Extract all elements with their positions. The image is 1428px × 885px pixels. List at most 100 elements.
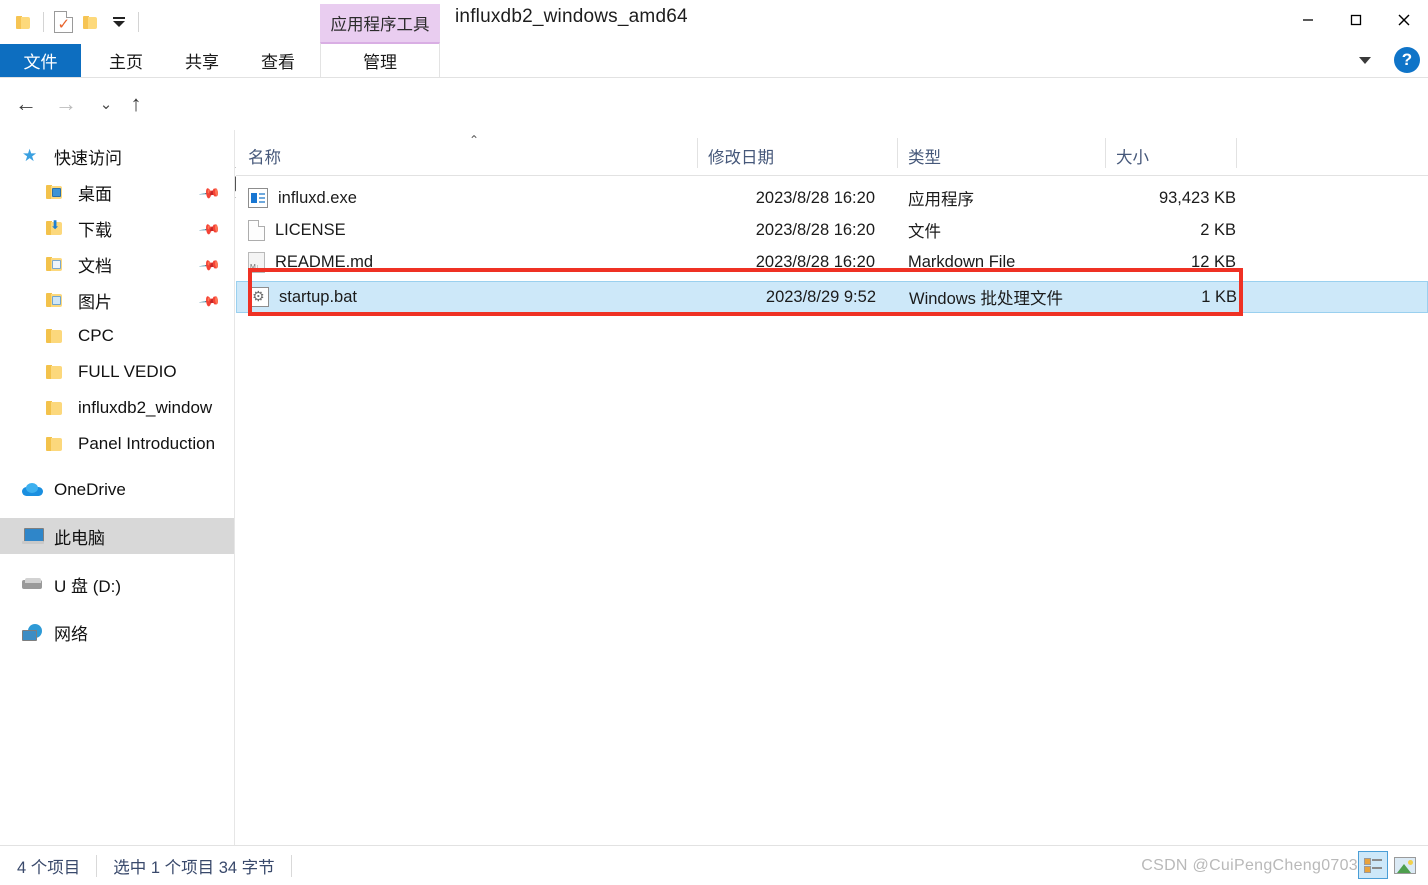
- bat-file-icon: [249, 287, 269, 307]
- status-item-count: 4 个项目: [17, 858, 81, 877]
- file-size: 1 KB: [1201, 287, 1237, 306]
- navigation-pane: ★ 快速访问 桌面 📌 下载 📌 文档 📌 图片 📌 CPC: [0, 130, 235, 845]
- column-header-type[interactable]: 类型: [908, 144, 941, 168]
- up-button[interactable]: ↑: [120, 88, 152, 120]
- network-icon: [22, 623, 46, 641]
- sidebar-item-label: Panel Introduction: [78, 434, 216, 453]
- folder-icon: [46, 364, 70, 380]
- onedrive-icon: [22, 483, 46, 497]
- folder-downloads-icon: [46, 219, 70, 236]
- sidebar-item-quick-access[interactable]: ★ 快速访问: [0, 138, 234, 174]
- file-name-cell: influxd.exe: [248, 188, 357, 208]
- file-name: influxd.exe: [278, 188, 357, 207]
- sidebar-item-onedrive[interactable]: OneDrive: [0, 472, 234, 508]
- tab-manage[interactable]: 管理: [320, 42, 440, 77]
- sidebar-item-pictures[interactable]: 图片 📌: [0, 282, 234, 318]
- sidebar-item-label: OneDrive: [54, 480, 126, 499]
- title-bar: ✓ 应用程序工具 influxdb2_windows_amd64: [0, 0, 1428, 44]
- tab-share-label: 共享: [185, 53, 219, 72]
- navigation-bar: ← → ⌄ ↑ › 此电脑 › Windows (C:) › CPC › inf…: [0, 78, 1428, 198]
- file-date: 2023/8/28 16:20: [755, 252, 875, 271]
- sidebar-item-label: 图片: [78, 292, 112, 312]
- this-pc-icon: [22, 528, 46, 544]
- pin-icon: 📌: [197, 181, 222, 205]
- toolbar-divider: [43, 12, 44, 32]
- tab-file[interactable]: 文件: [0, 44, 81, 77]
- help-label: ?: [1401, 50, 1413, 69]
- help-button[interactable]: ?: [1394, 47, 1420, 73]
- column-header-size[interactable]: 大小: [1116, 144, 1149, 168]
- tab-home-label: 主页: [109, 53, 143, 72]
- view-mode-buttons: [1358, 851, 1420, 879]
- tab-share[interactable]: 共享: [168, 44, 236, 77]
- file-type: Windows 批处理文件: [909, 290, 1064, 308]
- chevron-down-icon: ⌄: [99, 96, 113, 113]
- column-header-date-modified[interactable]: 修改日期: [708, 144, 774, 168]
- sidebar-item-label: 网络: [54, 624, 88, 644]
- column-divider[interactable]: [1236, 138, 1237, 168]
- forward-button[interactable]: →: [50, 88, 82, 120]
- sort-ascending-icon: ⌃: [469, 133, 480, 147]
- folder-desktop-icon: [46, 184, 70, 200]
- watermark-text: CSDN @CuiPengCheng0703: [1141, 857, 1358, 874]
- sidebar-item-label: 文档: [78, 256, 112, 276]
- large-icons-view-button[interactable]: [1390, 851, 1420, 879]
- new-folder-button[interactable]: [77, 7, 105, 37]
- table-row[interactable]: startup.bat 2023/8/29 9:52 Windows 批处理文件…: [236, 281, 1428, 313]
- details-view-icon: [1364, 857, 1382, 873]
- column-divider[interactable]: [897, 138, 898, 168]
- folder-documents-icon: [46, 256, 70, 272]
- folder-pictures-icon: [46, 292, 70, 308]
- sidebar-item-cpc[interactable]: CPC: [0, 318, 234, 354]
- properties-button[interactable]: ✓: [49, 7, 77, 37]
- table-row[interactable]: README.md 2023/8/28 16:20 Markdown File …: [236, 246, 1428, 278]
- exe-file-icon: [248, 188, 268, 208]
- sidebar-item-documents[interactable]: 文档 📌: [0, 246, 234, 282]
- usb-drive-icon: [22, 578, 46, 590]
- file-date: 2023/8/29 9:52: [765, 287, 876, 306]
- column-divider[interactable]: [1105, 138, 1106, 168]
- collapse-ribbon-button[interactable]: [1352, 47, 1378, 73]
- table-row[interactable]: influxd.exe 2023/8/28 16:20 应用程序 93,423 …: [236, 182, 1428, 214]
- minimize-button[interactable]: [1284, 0, 1332, 40]
- file-explorer-window: ✓ 应用程序工具 influxdb2_windows_amd64 文件 主页 共…: [0, 0, 1428, 885]
- file-size: 93,423 KB: [1158, 188, 1236, 207]
- sidebar-item-label: CPC: [78, 326, 114, 345]
- file-rows: influxd.exe 2023/8/28 16:20 应用程序 93,423 …: [236, 176, 1428, 313]
- sidebar-item-network[interactable]: 网络: [0, 614, 234, 650]
- sidebar-item-usb-drive[interactable]: U 盘 (D:): [0, 566, 234, 602]
- large-icons-view-icon: [1394, 856, 1416, 874]
- column-divider[interactable]: [697, 138, 698, 168]
- close-button[interactable]: [1380, 0, 1428, 40]
- tab-view[interactable]: 查看: [244, 44, 312, 77]
- recent-locations-button[interactable]: ⌄: [90, 88, 122, 120]
- column-header-name[interactable]: 名称: [248, 144, 281, 168]
- table-row[interactable]: LICENSE 2023/8/28 16:20 文件 2 KB: [236, 214, 1428, 246]
- chevron-down-icon: [1359, 56, 1371, 64]
- status-selection-info: 选中 1 个项目 34 字节: [113, 858, 275, 877]
- status-bar: 4 个项目 选中 1 个项目 34 字节 CSDN @CuiPengCheng0…: [0, 845, 1428, 885]
- sidebar-item-desktop[interactable]: 桌面 📌: [0, 174, 234, 210]
- window-controls: [1284, 0, 1428, 40]
- sidebar-item-full-vedio[interactable]: FULL VEDIO: [0, 354, 234, 390]
- sidebar-item-downloads[interactable]: 下载 📌: [0, 210, 234, 246]
- sidebar-item-this-pc[interactable]: 此电脑: [0, 518, 234, 554]
- customize-toolbar-button[interactable]: [105, 7, 133, 37]
- sidebar-item-label: 下载: [78, 220, 112, 240]
- up-arrow-icon: ↑: [130, 91, 142, 116]
- back-button[interactable]: ←: [10, 88, 42, 120]
- ribbon-tab-bar: 文件 主页 共享 查看 管理 ?: [0, 42, 1428, 77]
- window-title: influxdb2_windows_amd64: [455, 6, 688, 27]
- file-date: 2023/8/28 16:20: [755, 188, 875, 207]
- sidebar-item-panel-introduction[interactable]: Panel Introduction: [0, 426, 234, 462]
- maximize-button[interactable]: [1332, 0, 1380, 40]
- file-date: 2023/8/28 16:20: [755, 220, 875, 239]
- file-name: startup.bat: [279, 287, 357, 306]
- folder-properties-button[interactable]: [10, 7, 38, 37]
- contextual-tab-group-text: 应用程序工具: [330, 16, 430, 34]
- tab-home[interactable]: 主页: [92, 44, 160, 77]
- details-view-button[interactable]: [1358, 851, 1388, 879]
- toolbar-divider: [138, 12, 139, 32]
- sidebar-item-influxdb2-window[interactable]: influxdb2_window: [0, 390, 234, 426]
- back-arrow-icon: ←: [15, 91, 37, 116]
